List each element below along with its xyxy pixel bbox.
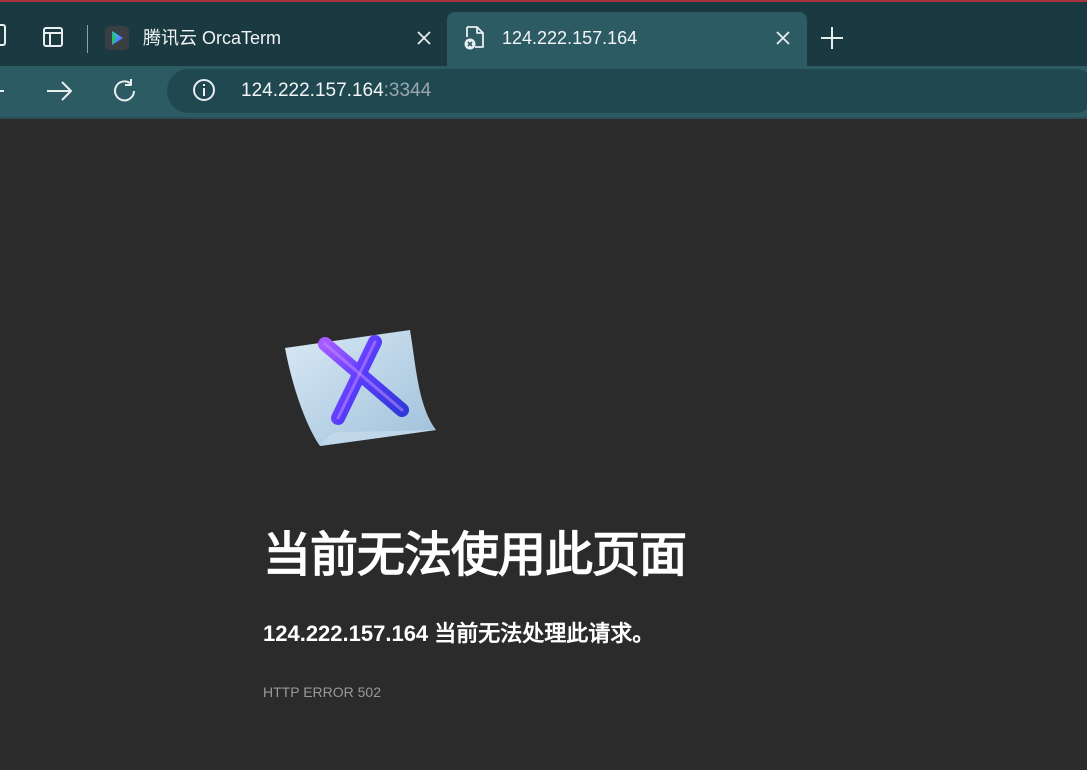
close-tab-icon[interactable] bbox=[412, 26, 436, 50]
url-port: :3344 bbox=[383, 80, 432, 101]
tab-active-error-page[interactable]: 124.222.157.164 bbox=[447, 12, 807, 68]
address-bar[interactable]: 124.222.157.164:3344 bbox=[167, 69, 1087, 113]
reload-button[interactable] bbox=[110, 76, 140, 106]
tab-separator bbox=[87, 25, 88, 53]
forward-arrow-icon bbox=[47, 81, 72, 101]
url-host: 124.222.157.164 bbox=[241, 80, 384, 101]
error-x-document-illustration bbox=[280, 326, 440, 452]
reload-icon bbox=[114, 79, 135, 102]
tab-orcaterm[interactable]: 腾讯云 OrcaTerm bbox=[96, 12, 444, 64]
plus-icon bbox=[821, 27, 843, 49]
forward-button[interactable] bbox=[44, 76, 74, 106]
vertical-tabs-icon bbox=[43, 27, 63, 47]
tab-title: 124.222.157.164 bbox=[502, 28, 638, 48]
back-button[interactable] bbox=[0, 78, 8, 104]
error-code: HTTP ERROR 502 bbox=[263, 684, 381, 700]
error-description: 124.222.157.164 当前无法处理此请求。 bbox=[263, 621, 655, 646]
address-url[interactable]: 124.222.157.164:3344 bbox=[241, 80, 431, 102]
orcaterm-logo-icon bbox=[105, 26, 129, 50]
tab-title: 腾讯云 OrcaTerm bbox=[143, 28, 282, 48]
vertical-tabs-button[interactable] bbox=[38, 22, 68, 52]
site-info-icon[interactable] bbox=[193, 79, 215, 101]
toolbar-divider bbox=[0, 117, 1087, 119]
close-tab-icon[interactable] bbox=[771, 26, 795, 50]
back-arrow-icon bbox=[0, 90, 4, 92]
tab-actions-icon[interactable] bbox=[0, 24, 6, 46]
error-title: 当前无法使用此页面 bbox=[263, 529, 687, 582]
error-document-icon bbox=[463, 25, 487, 56]
new-tab-button[interactable] bbox=[818, 24, 846, 52]
